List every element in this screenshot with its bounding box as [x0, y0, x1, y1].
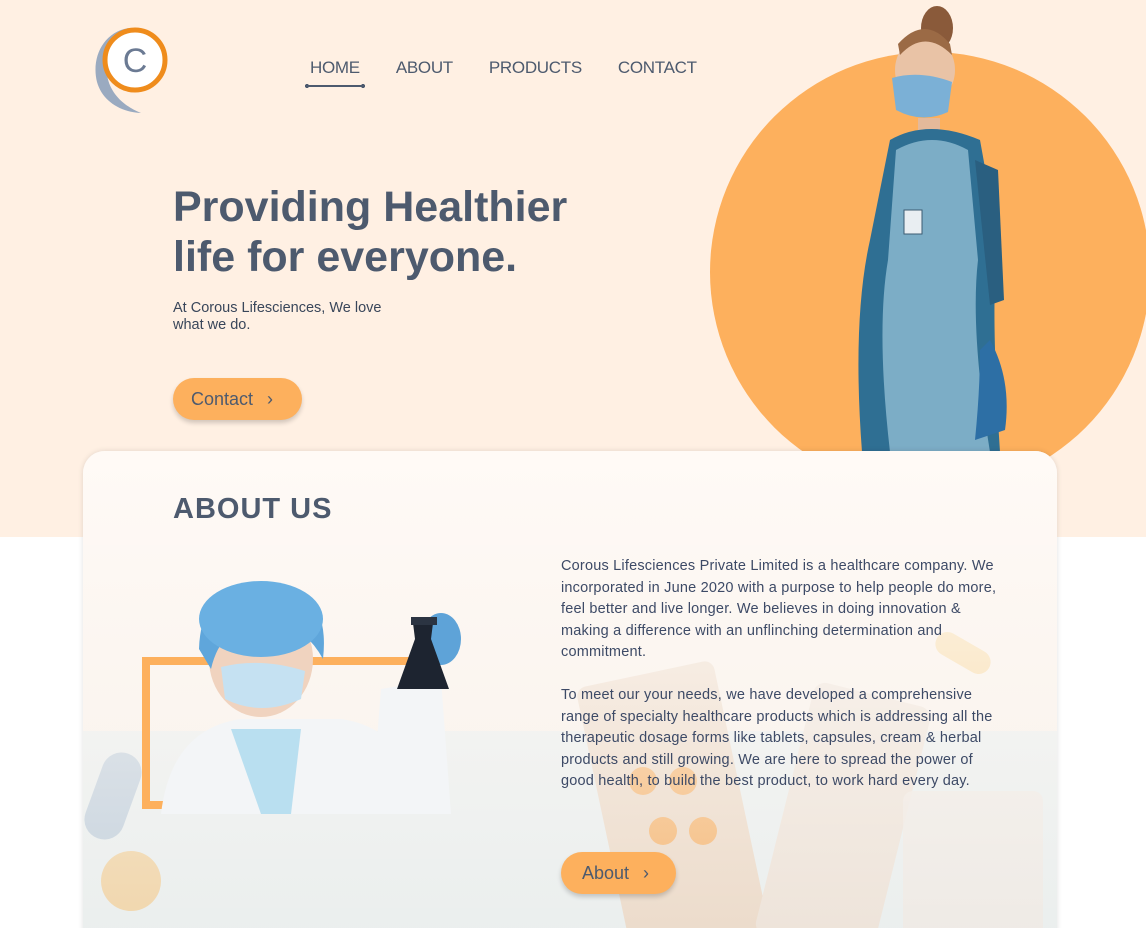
about-paragraph-1: Corous Lifesciences Private Limited is a…: [561, 558, 997, 660]
nav-products[interactable]: PRODUCTS: [489, 58, 582, 78]
logo-letter: C: [123, 42, 148, 80]
hero-tagline: At Corous Lifesciences, We love what we …: [173, 300, 382, 333]
main-nav: HOME ABOUT PRODUCTS CONTACT: [305, 58, 733, 88]
nav-home[interactable]: HOME: [305, 58, 365, 88]
hero-headline-line2: life for everyone.: [173, 233, 518, 281]
contact-button-label: Contact: [191, 388, 254, 409]
nav-contact[interactable]: CONTACT: [618, 58, 697, 78]
nav-about[interactable]: ABOUT: [396, 58, 453, 78]
corous-logo[interactable]: C: [89, 20, 169, 115]
hero-headline: Providing Healthier life for everyone.: [173, 182, 613, 282]
hero-headline-line1: Providing Healthier: [173, 183, 568, 231]
chevron-right-icon: ›: [643, 862, 650, 883]
about-title: ABOUT US: [173, 493, 333, 525]
chevron-right-icon: ›: [267, 388, 274, 409]
about-paragraph-2: To meet our your needs, we have develope…: [561, 687, 993, 789]
about-button-label: About: [582, 862, 630, 883]
about-button[interactable]: About ›: [561, 852, 676, 894]
nurse-image: [858, 6, 1007, 452]
scientist-image: [142, 581, 461, 814]
contact-button[interactable]: Contact ›: [173, 378, 302, 420]
